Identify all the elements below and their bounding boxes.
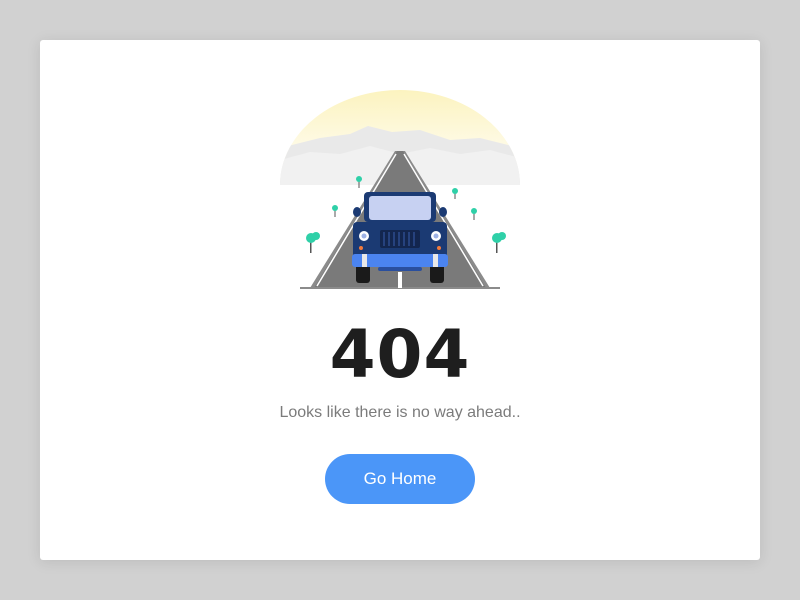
jeep-shape bbox=[352, 192, 448, 283]
jeep-road-illustration bbox=[280, 90, 520, 289]
error-message: Looks like there is no way ahead.. bbox=[279, 404, 521, 421]
go-home-button[interactable]: Go Home bbox=[325, 454, 475, 504]
error-card: 404 Looks like there is no way ahead.. G… bbox=[40, 40, 760, 560]
error-code: 404 bbox=[329, 316, 471, 393]
